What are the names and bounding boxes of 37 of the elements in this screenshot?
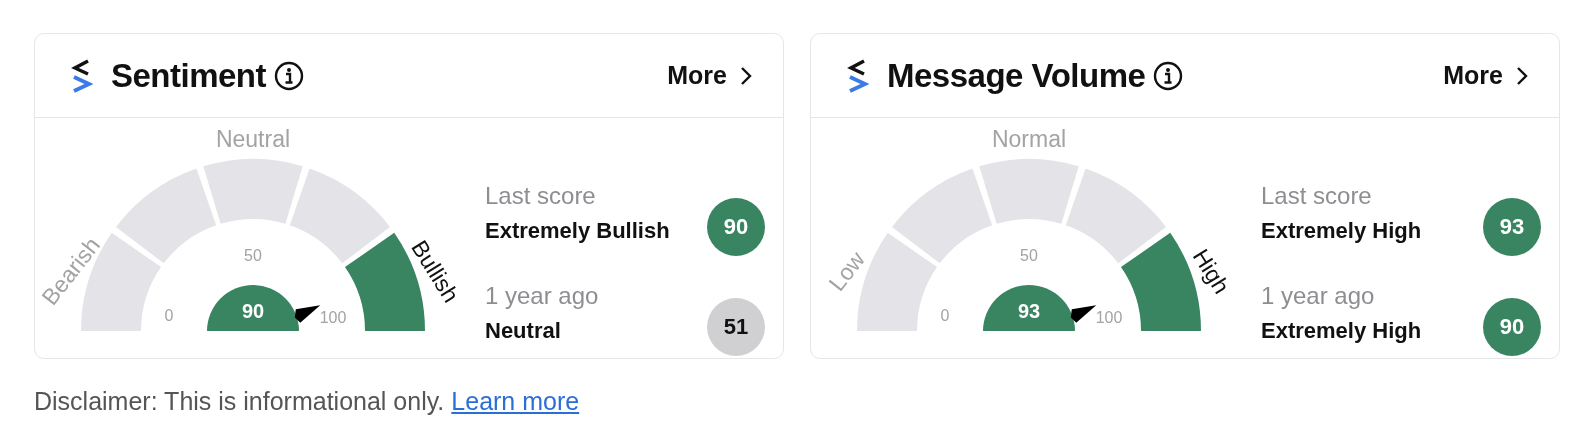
tick-label: 0 — [940, 307, 950, 324]
gauge-label: Low — [823, 246, 870, 296]
gauge-label: Normal — [991, 126, 1067, 153]
info-icon — [1153, 60, 1184, 91]
gauge-pointer — [1070, 305, 1097, 323]
score-badge: 90 — [1483, 298, 1541, 356]
gauge-pointer — [294, 305, 321, 323]
score-text: Neutral — [485, 318, 562, 344]
tick-label: 100 — [319, 309, 347, 326]
tick-label: 50 — [244, 247, 262, 264]
card-title: Message Volume — [887, 56, 1146, 95]
tick-label: 0 — [164, 307, 174, 324]
chevron-right-icon[interactable] — [1515, 64, 1529, 87]
score-label: Last score — [485, 182, 597, 210]
card-title: Sentiment — [111, 56, 267, 95]
score-label: 1 year ago — [1261, 282, 1376, 310]
logo-icon — [847, 58, 869, 93]
more-link[interactable]: More — [667, 61, 753, 90]
gauge-value: 93 — [1017, 300, 1041, 322]
logo-icon — [71, 58, 93, 93]
disclaimer-text: Disclaimer: This is informational only. — [34, 387, 445, 416]
gauge-value: 90 — [241, 300, 265, 322]
score-badge: 51 — [707, 298, 765, 356]
score-text: Extremely Bullish — [485, 218, 670, 244]
tick-label: 100 — [1095, 309, 1123, 326]
info-icon — [274, 60, 305, 91]
learn-more-link[interactable]: Learn more — [451, 387, 580, 416]
tick-label: 50 — [1020, 247, 1038, 264]
more-link[interactable]: More — [1443, 61, 1529, 90]
score-label: 1 year ago — [485, 282, 599, 310]
score-text: Extremely High — [1261, 218, 1422, 244]
score-badge: 90 — [707, 198, 765, 256]
chevron-right-icon[interactable] — [739, 64, 753, 87]
gauge-label: Neutral — [215, 126, 291, 153]
score-badge: 93 — [1483, 198, 1541, 256]
score-text: Extremely High — [1261, 318, 1422, 344]
score-label: Last score — [1261, 182, 1373, 210]
